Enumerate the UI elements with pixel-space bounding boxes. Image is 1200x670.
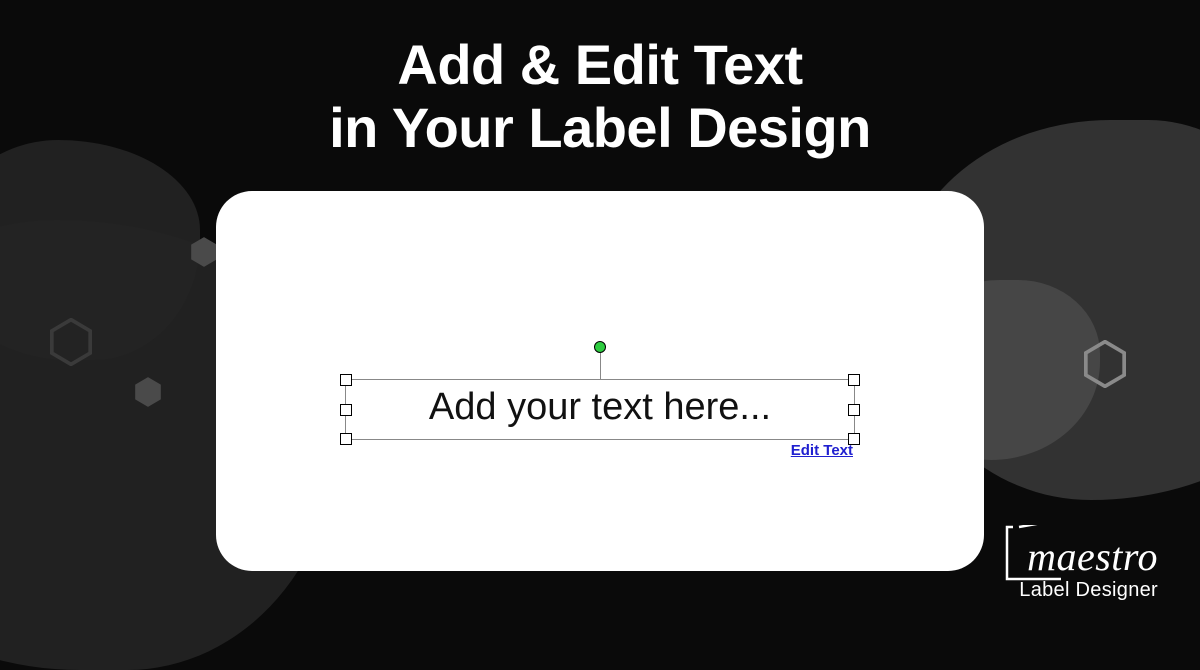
resize-handle-bottom-left[interactable] xyxy=(340,433,352,445)
logo-frame-icon xyxy=(1005,525,1075,581)
hexagon-icon xyxy=(134,376,162,408)
title-line-2: in Your Label Design xyxy=(329,96,871,159)
rotation-stem xyxy=(600,351,601,379)
resize-handle-top-right[interactable] xyxy=(848,374,860,386)
text-object[interactable]: Add your text here... Edit Text xyxy=(345,379,855,440)
logo-main-text: maestro xyxy=(1019,537,1158,577)
edit-text-link[interactable]: Edit Text xyxy=(791,442,853,459)
rotation-handle[interactable] xyxy=(594,341,606,353)
brand-logo: maestro Label Designer xyxy=(1019,537,1158,602)
logo-sub-text: Label Designer xyxy=(1019,579,1158,602)
resize-handle-mid-right[interactable] xyxy=(848,404,860,416)
resize-handle-top-left[interactable] xyxy=(340,374,352,386)
hexagon-icon xyxy=(50,318,92,366)
text-placeholder[interactable]: Add your text here... xyxy=(429,386,771,428)
page-title: Add & Edit Text in Your Label Design xyxy=(0,0,1200,159)
title-line-1: Add & Edit Text xyxy=(397,33,802,96)
hexagon-icon xyxy=(1084,340,1126,388)
design-canvas[interactable]: Add your text here... Edit Text xyxy=(216,191,984,571)
resize-handle-mid-left[interactable] xyxy=(340,404,352,416)
hexagon-icon xyxy=(190,236,218,268)
selection-bounding-box[interactable]: Add your text here... xyxy=(345,379,855,440)
